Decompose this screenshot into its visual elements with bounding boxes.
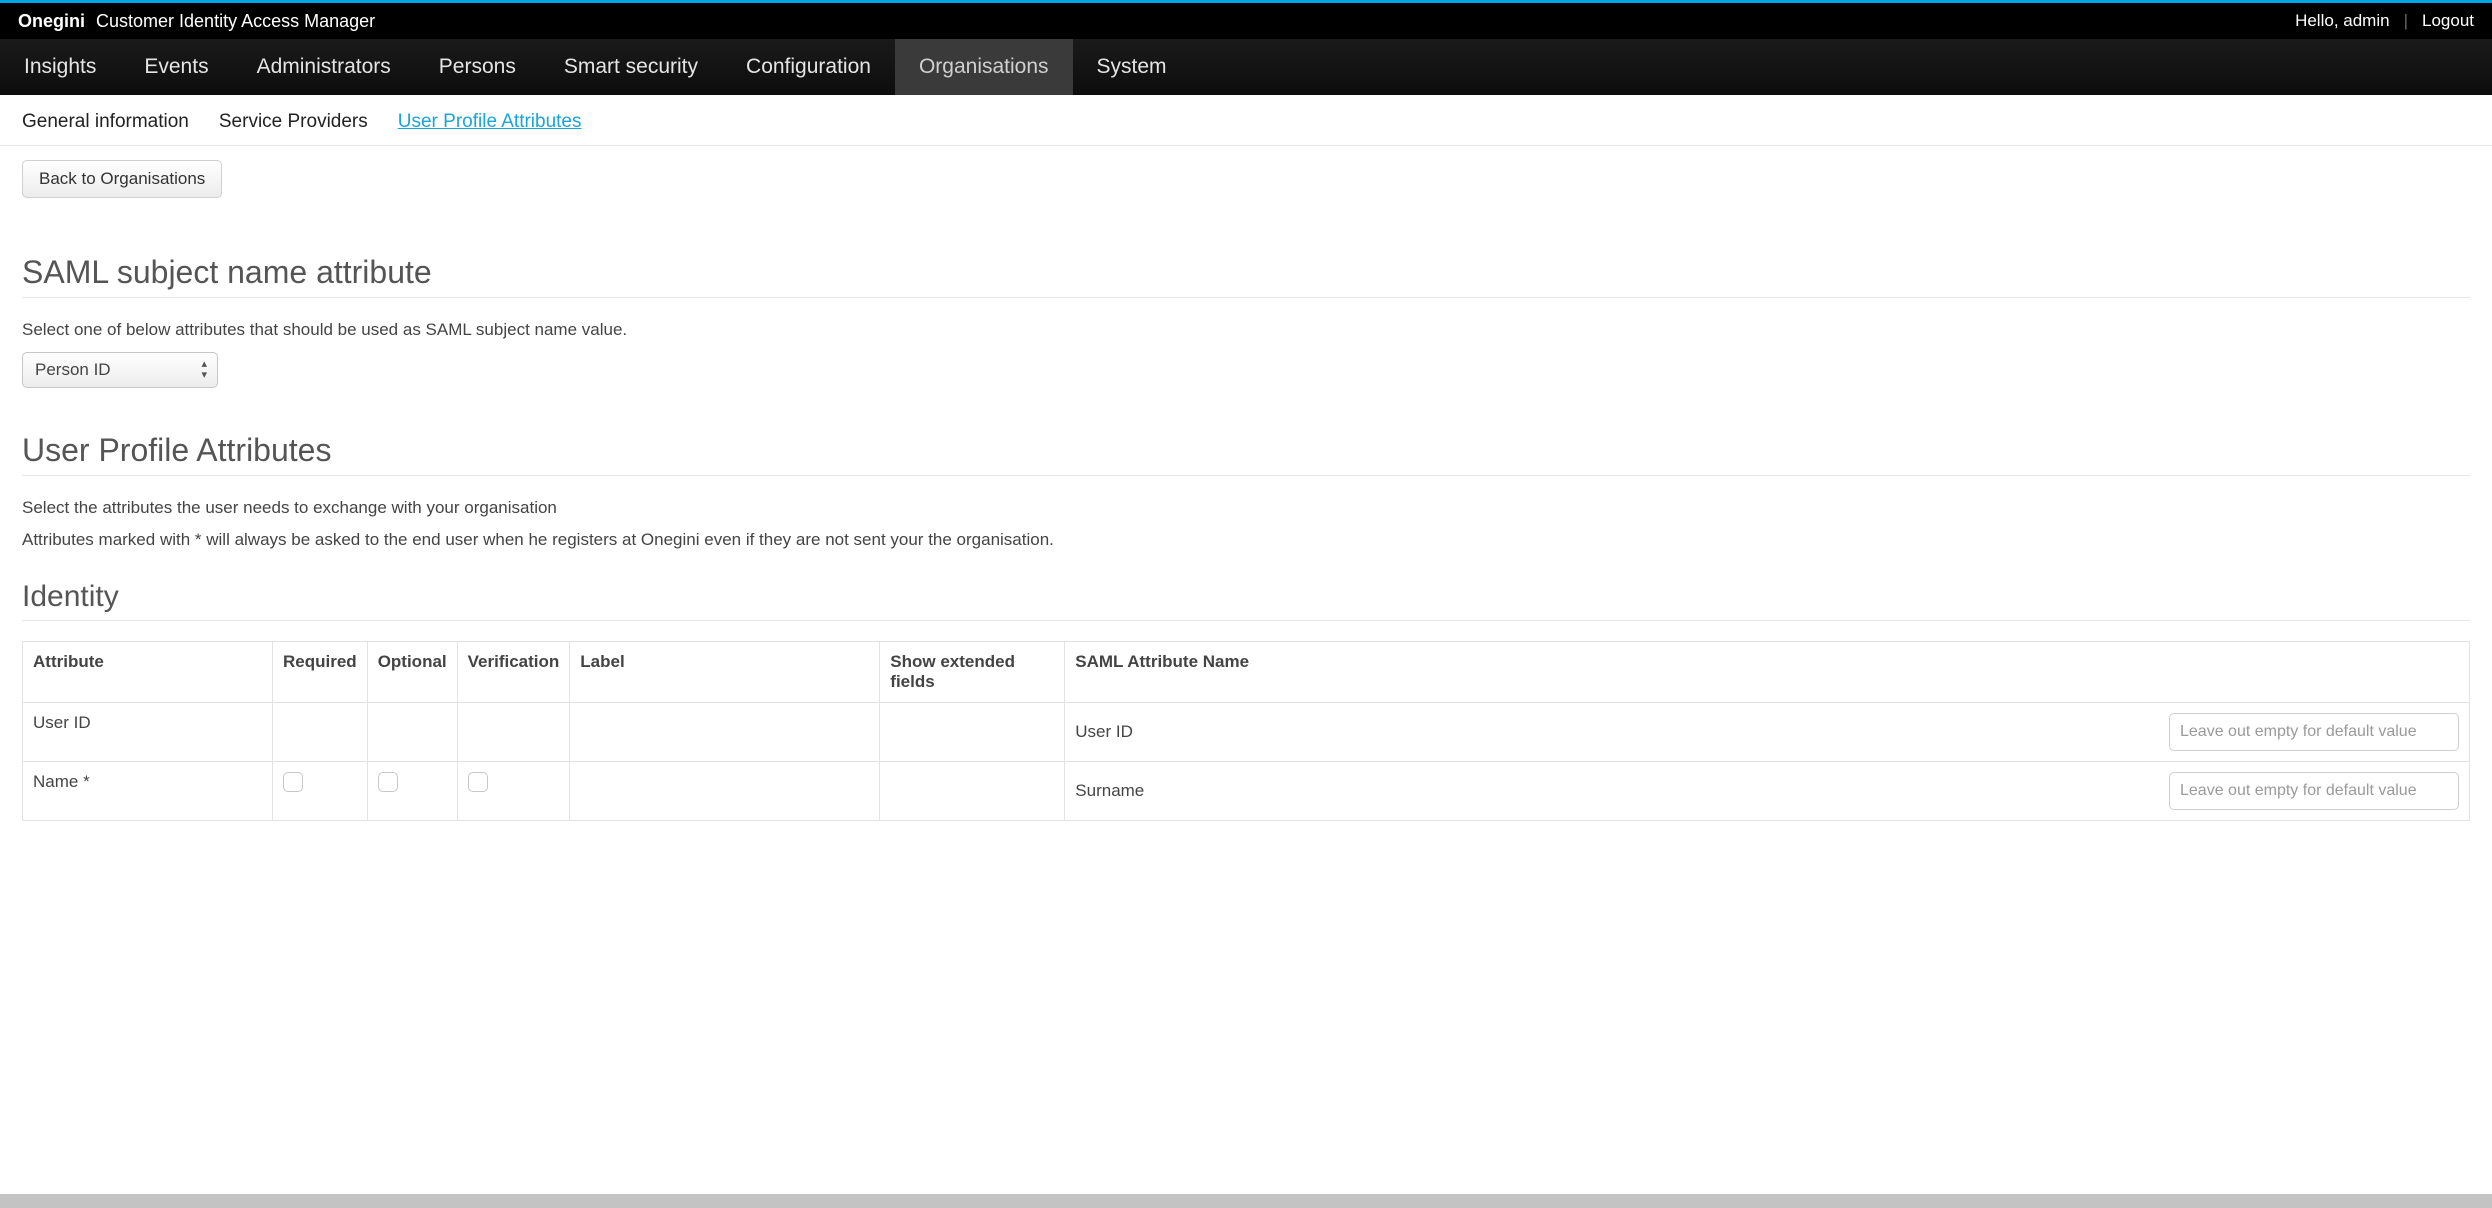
col-verification: Verification bbox=[457, 642, 570, 703]
verification-checkbox[interactable] bbox=[468, 772, 488, 792]
nav-persons[interactable]: Persons bbox=[415, 39, 540, 95]
nav-administrators[interactable]: Administrators bbox=[233, 39, 415, 95]
identity-table-header-row: Attribute Required Optional Verification… bbox=[23, 642, 2470, 703]
section-user-profile-attributes-title: User Profile Attributes bbox=[22, 432, 2470, 476]
saml-attr-label: Surname bbox=[1075, 781, 1235, 801]
saml-attr-label: User ID bbox=[1075, 722, 1235, 742]
nav-insights[interactable]: Insights bbox=[0, 39, 120, 95]
cell-attribute: User ID bbox=[23, 703, 273, 762]
greeting: Hello, admin bbox=[2295, 11, 2390, 31]
tab-service-providers[interactable]: Service Providers bbox=[219, 111, 368, 133]
table-row: Name * Surname bbox=[23, 762, 2470, 821]
user-area: Hello, admin | Logout bbox=[2295, 11, 2474, 31]
saml-subject-selected: Person ID bbox=[35, 360, 111, 380]
col-label: Label bbox=[570, 642, 880, 703]
col-required: Required bbox=[273, 642, 368, 703]
nav-system[interactable]: System bbox=[1073, 39, 1191, 95]
identity-table: Attribute Required Optional Verification… bbox=[22, 641, 2470, 821]
cell-attribute: Name * bbox=[23, 762, 273, 821]
nav-organisations[interactable]: Organisations bbox=[895, 39, 1073, 95]
saml-subject-select[interactable]: Person ID ▴▾ bbox=[22, 352, 218, 388]
nav-configuration[interactable]: Configuration bbox=[722, 39, 895, 95]
cell-label bbox=[570, 703, 880, 762]
cell-verification bbox=[457, 703, 570, 762]
content: Back to Organisations SAML subject name … bbox=[0, 146, 2492, 879]
brand-sub: Customer Identity Access Manager bbox=[96, 11, 375, 31]
saml-attr-input[interactable] bbox=[2169, 713, 2459, 751]
cell-label bbox=[570, 762, 880, 821]
cell-verification bbox=[457, 762, 570, 821]
identity-title: Identity bbox=[22, 580, 2470, 621]
chevron-updown-icon: ▴▾ bbox=[201, 359, 207, 381]
brand-name: Onegini bbox=[18, 11, 85, 31]
cell-required bbox=[273, 762, 368, 821]
cell-required bbox=[273, 703, 368, 762]
separator: | bbox=[2404, 11, 2408, 31]
cell-extended bbox=[880, 762, 1065, 821]
back-to-organisations-button[interactable]: Back to Organisations bbox=[22, 160, 222, 198]
saml-attr-input[interactable] bbox=[2169, 772, 2459, 810]
section-user-profile-attributes-desc1: Select the attributes the user needs to … bbox=[22, 498, 2470, 518]
table-row: User ID User ID bbox=[23, 703, 2470, 762]
main-nav: Insights Events Administrators Persons S… bbox=[0, 39, 2492, 95]
col-saml-attribute-name: SAML Attribute Name bbox=[1065, 642, 2470, 703]
horizontal-scrollbar[interactable] bbox=[0, 1194, 2492, 1208]
cell-saml: Surname bbox=[1065, 762, 2470, 821]
sub-tabs: General information Service Providers Us… bbox=[0, 95, 2492, 146]
required-checkbox[interactable] bbox=[283, 772, 303, 792]
section-user-profile-attributes-desc2: Attributes marked with * will always be … bbox=[22, 530, 2470, 550]
cell-extended bbox=[880, 703, 1065, 762]
cell-saml: User ID bbox=[1065, 703, 2470, 762]
cell-optional bbox=[367, 762, 457, 821]
section-saml-subject-title: SAML subject name attribute bbox=[22, 254, 2470, 298]
viewport[interactable]: General information Service Providers Us… bbox=[0, 95, 2492, 1208]
optional-checkbox[interactable] bbox=[378, 772, 398, 792]
nav-events[interactable]: Events bbox=[120, 39, 232, 95]
tab-user-profile-attributes[interactable]: User Profile Attributes bbox=[398, 111, 582, 133]
section-saml-subject-desc: Select one of below attributes that shou… bbox=[22, 320, 2470, 340]
col-attribute: Attribute bbox=[23, 642, 273, 703]
top-bar: Onegini Customer Identity Access Manager… bbox=[0, 3, 2492, 39]
col-optional: Optional bbox=[367, 642, 457, 703]
logout-link[interactable]: Logout bbox=[2422, 11, 2474, 31]
col-show-extended-fields: Show extended fields bbox=[880, 642, 1065, 703]
tab-general-information[interactable]: General information bbox=[22, 111, 189, 133]
cell-optional bbox=[367, 703, 457, 762]
brand: Onegini Customer Identity Access Manager bbox=[18, 11, 375, 32]
nav-smart-security[interactable]: Smart security bbox=[540, 39, 722, 95]
